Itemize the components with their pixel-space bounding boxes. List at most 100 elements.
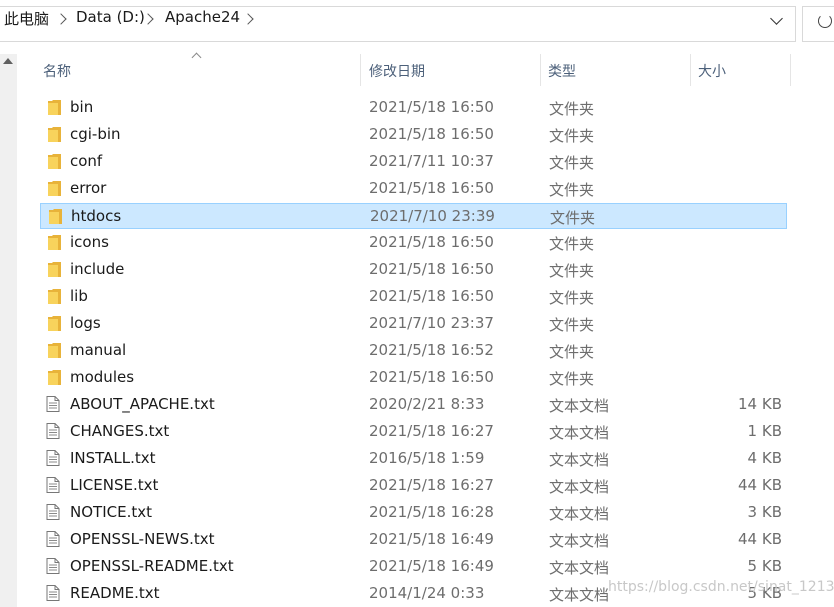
file-row[interactable]: bin 2021/5/18 16:50 文件夹 <box>40 95 787 121</box>
file-name: lib <box>70 287 88 305</box>
file-date: 2021/5/18 16:50 <box>369 98 494 116</box>
file-date: 2021/5/18 16:50 <box>369 260 494 278</box>
file-row[interactable]: conf 2021/7/11 10:37 文件夹 <box>40 149 787 175</box>
text-file-icon <box>46 585 60 601</box>
column-divider[interactable] <box>360 54 361 86</box>
text-file-icon <box>46 396 60 412</box>
file-row[interactable]: lib 2021/5/18 16:50 文件夹 <box>40 284 787 310</box>
column-name[interactable]: 名称 <box>43 61 71 81</box>
folder-icon <box>48 100 61 115</box>
text-file-icon <box>46 450 60 466</box>
folder-icon <box>48 235 61 250</box>
file-type: 文本文档 <box>549 559 610 577</box>
file-row[interactable]: htdocs 2021/7/10 23:39 文件夹 <box>40 203 787 229</box>
file-date: 2021/5/18 16:50 <box>369 368 494 386</box>
file-date: 2021/5/18 16:50 <box>369 233 494 251</box>
file-type: 文件夹 <box>549 235 595 253</box>
file-row[interactable]: logs 2021/7/10 23:37 文件夹 <box>40 311 787 337</box>
file-type: 文件夹 <box>550 209 596 227</box>
column-divider[interactable] <box>790 54 791 86</box>
file-type: 文本文档 <box>549 451 610 469</box>
file-date: 2021/7/10 23:39 <box>370 207 495 225</box>
scroll-up-icon[interactable] <box>3 58 13 64</box>
file-name: LICENSE.txt <box>70 476 159 494</box>
file-type: 文件夹 <box>549 262 595 280</box>
file-name: INSTALL.txt <box>70 449 156 467</box>
file-row[interactable]: error 2021/5/18 16:50 文件夹 <box>40 176 787 202</box>
breadcrumb-drive[interactable]: Data (D:) <box>76 8 145 26</box>
file-date: 2021/5/18 16:50 <box>369 179 494 197</box>
column-size[interactable]: 大小 <box>698 61 726 81</box>
file-date: 2021/5/18 16:49 <box>369 530 494 548</box>
file-row[interactable]: include 2021/5/18 16:50 文件夹 <box>40 257 787 283</box>
file-name: OPENSSL-NEWS.txt <box>70 530 215 548</box>
folder-icon <box>48 289 61 304</box>
file-row[interactable]: icons 2021/5/18 16:50 文件夹 <box>40 230 787 256</box>
file-name: NOTICE.txt <box>70 503 152 521</box>
file-date: 2021/7/11 10:37 <box>369 152 494 170</box>
file-name: conf <box>70 152 103 170</box>
text-file-icon <box>46 531 60 547</box>
file-type: 文件夹 <box>549 316 595 334</box>
column-header: 名称 修改日期 类型 大小 <box>17 54 834 86</box>
file-date: 2021/5/18 16:28 <box>369 503 494 521</box>
column-divider[interactable] <box>540 54 541 86</box>
file-size: 1 KB <box>747 422 782 440</box>
file-date: 2016/5/18 1:59 <box>369 449 485 467</box>
file-date: 2021/5/18 16:50 <box>369 125 494 143</box>
text-file-icon <box>46 504 60 520</box>
file-size: 44 KB <box>738 530 782 548</box>
file-row[interactable]: NOTICE.txt 2021/5/18 16:28 文本文档 3 KB <box>40 500 787 526</box>
file-row[interactable]: INSTALL.txt 2016/5/18 1:59 文本文档 4 KB <box>40 446 787 472</box>
text-file-icon <box>46 477 60 493</box>
file-type: 文件夹 <box>549 289 595 307</box>
file-type: 文本文档 <box>549 424 610 442</box>
file-row[interactable]: cgi-bin 2021/5/18 16:50 文件夹 <box>40 122 787 148</box>
file-type: 文件夹 <box>549 370 595 388</box>
folder-icon <box>49 209 62 224</box>
file-type: 文本文档 <box>549 397 610 415</box>
file-type: 文本文档 <box>549 532 610 550</box>
file-row[interactable]: OPENSSL-README.txt 2021/5/18 16:49 文本文档 5 K… <box>40 554 787 580</box>
breadcrumb-folder[interactable]: Apache24 <box>165 8 240 26</box>
breadcrumb-this-pc[interactable]: 此电脑 <box>4 8 49 29</box>
folder-icon <box>48 343 61 358</box>
file-date: 2021/5/18 16:49 <box>369 557 494 575</box>
file-size: 5 KB <box>747 557 782 575</box>
file-size: 44 KB <box>738 476 782 494</box>
file-row[interactable]: CHANGES.txt 2021/5/18 16:27 文本文档 1 KB <box>40 419 787 445</box>
address-bar[interactable]: 此电脑 Data (D:) Apache24 <box>0 0 834 48</box>
file-row[interactable]: OPENSSL-NEWS.txt 2021/5/18 16:49 文本文档 44 KB <box>40 527 787 553</box>
file-date: 2014/1/24 0:33 <box>369 584 485 602</box>
folder-icon <box>48 370 61 385</box>
file-row[interactable]: modules 2021/5/18 16:50 文件夹 <box>40 365 787 391</box>
file-date: 2021/7/10 23:37 <box>369 314 494 332</box>
file-date: 2021/5/18 16:27 <box>369 422 494 440</box>
file-name: include <box>70 260 125 278</box>
text-file-icon <box>46 423 60 439</box>
column-divider[interactable] <box>690 54 691 86</box>
file-row[interactable]: LICENSE.txt 2021/5/18 16:27 文本文档 44 KB <box>40 473 787 499</box>
text-file-icon <box>46 558 60 574</box>
file-name: README.txt <box>70 584 160 602</box>
folder-icon <box>48 127 61 142</box>
file-name: manual <box>70 341 127 359</box>
file-type: 文件夹 <box>549 154 595 172</box>
file-row[interactable]: manual 2021/5/18 16:52 文件夹 <box>40 338 787 364</box>
file-date: 2021/5/18 16:27 <box>369 476 494 494</box>
folder-icon <box>48 181 61 196</box>
column-date[interactable]: 修改日期 <box>369 61 425 81</box>
scrollbar[interactable] <box>0 54 17 607</box>
file-date: 2021/5/18 16:52 <box>369 341 494 359</box>
file-row[interactable]: ABOUT_APACHE.txt 2020/2/21 8:33 文本文档 14 KB <box>40 392 787 418</box>
column-type[interactable]: 类型 <box>548 61 576 81</box>
file-type: 文件夹 <box>549 127 595 145</box>
refresh-icon <box>818 14 832 28</box>
watermark: https://blog.csdn.net/sinat_12138 <box>608 579 834 595</box>
file-name: htdocs <box>71 207 122 225</box>
file-type: 文本文档 <box>549 586 610 604</box>
file-size: 4 KB <box>747 449 782 467</box>
folder-icon <box>48 154 61 169</box>
file-type: 文件夹 <box>549 343 595 361</box>
file-type: 文本文档 <box>549 478 610 496</box>
